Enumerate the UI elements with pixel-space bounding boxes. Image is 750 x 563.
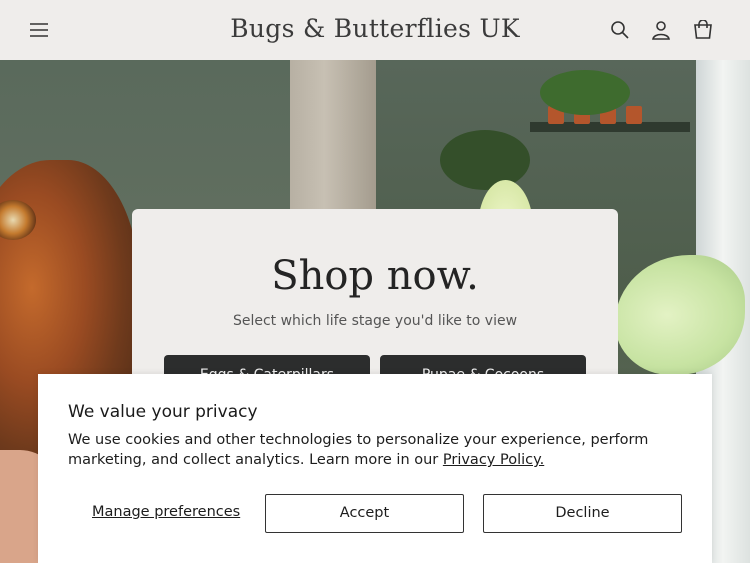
hero-subtitle: Select which life stage you'd like to vi… [232, 313, 518, 329]
plant-pot [626, 106, 642, 124]
accept-button[interactable]: Accept [265, 494, 464, 533]
cart-icon[interactable] [690, 17, 716, 43]
cookie-title: We value your privacy [68, 402, 258, 422]
plant [440, 130, 530, 190]
account-icon[interactable] [648, 17, 674, 43]
search-icon[interactable] [607, 17, 633, 43]
cookie-text: We use cookies and other technologies to… [68, 430, 668, 470]
cookie-banner: We value your privacy We use cookies and… [38, 374, 712, 563]
site-header: Bugs & Butterflies UK [0, 0, 750, 60]
privacy-policy-link[interactable]: Privacy Policy. [443, 452, 544, 468]
decline-button[interactable]: Decline [483, 494, 682, 533]
brand-logo[interactable]: Bugs & Butterflies UK [0, 14, 750, 43]
plant [540, 70, 630, 115]
manage-preferences-link[interactable]: Manage preferences [92, 504, 240, 520]
cookie-body: We use cookies and other technologies to… [68, 432, 649, 468]
moth-eyespot [0, 200, 36, 240]
hero-title: Shop now. [271, 253, 479, 299]
